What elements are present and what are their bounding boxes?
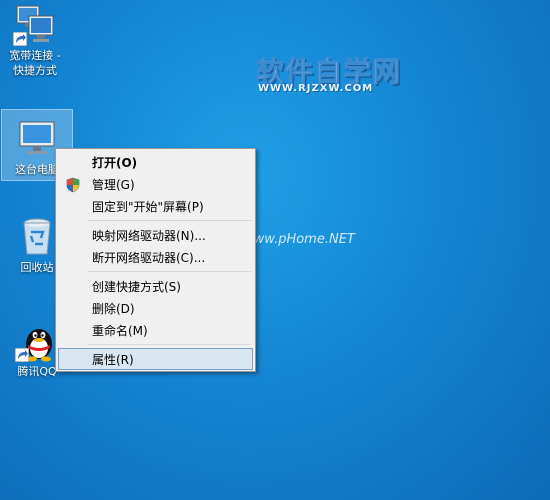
context-menu: 打开(O) 管理(G) 固定到"开始"屏幕(P) 映射网络驱动器(N)... 断… [55,148,256,372]
menu-item-map-network-drive[interactable]: 映射网络驱动器(N)... [58,224,253,246]
menu-separator [88,220,251,221]
uac-shield-icon [66,177,80,193]
menu-item-label: 管理(G) [92,178,135,192]
recycle-bin-icon [15,214,59,258]
desktop-icon-broadband-shortcut[interactable]: 宽带连接 - 快捷方式 [0,2,70,92]
menu-item-label: 重命名(M) [92,324,148,338]
menu-separator [88,344,251,345]
menu-item-rename[interactable]: 重命名(M) [58,319,253,341]
menu-item-open[interactable]: 打开(O) [58,151,253,173]
menu-item-pin-to-start[interactable]: 固定到"开始"屏幕(P) [58,195,253,217]
menu-item-manage[interactable]: 管理(G) [58,173,253,195]
menu-item-label: 固定到"开始"屏幕(P) [92,200,204,214]
menu-separator [88,271,251,272]
shortcut-arrow-icon [15,348,29,362]
menu-item-label: 打开(O) [92,156,138,170]
watermark-mid: www.pHome.NET [243,232,355,247]
qq-penguin-icon [15,318,59,362]
network-computer-icon [13,2,57,46]
watermark-url: WWW.RJZXW.COM [258,83,374,94]
menu-item-label: 删除(D) [92,302,135,316]
menu-item-label: 属性(R) [92,353,134,367]
menu-item-properties[interactable]: 属性(R) [58,348,253,370]
menu-item-disconnect-network-drive[interactable]: 断开网络驱动器(C)... [58,246,253,268]
shortcut-arrow-icon [13,32,27,46]
desktop-icon-label: 宽带连接 - 快捷方式 [9,49,61,77]
menu-item-label: 创建快捷方式(S) [92,280,181,294]
menu-item-create-shortcut[interactable]: 创建快捷方式(S) [58,275,253,297]
menu-item-label: 映射网络驱动器(N)... [92,229,206,243]
menu-item-label: 断开网络驱动器(C)... [92,251,206,265]
this-pc-icon [15,116,59,160]
menu-item-delete[interactable]: 删除(D) [58,297,253,319]
